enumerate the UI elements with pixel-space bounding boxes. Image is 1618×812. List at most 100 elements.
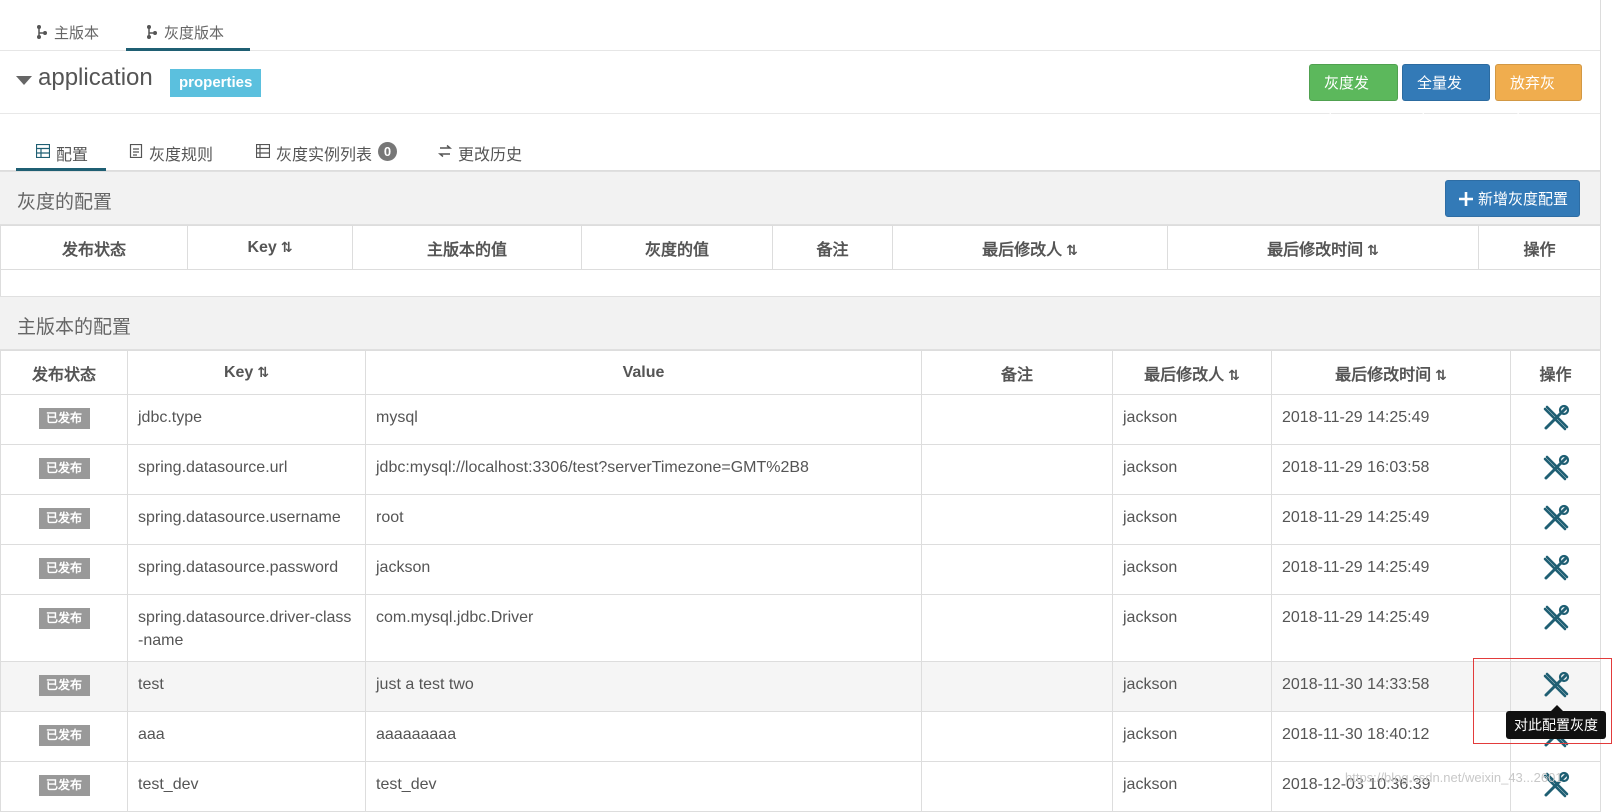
tooltip: 对此配置灰度: [1506, 711, 1606, 739]
published-badge: 已发布: [38, 508, 90, 529]
col-modifier[interactable]: 最后修改人 ⇅: [1112, 350, 1272, 395]
tab-history[interactable]: 更改历史: [438, 141, 522, 171]
row-modifier: jackson: [1112, 494, 1272, 545]
sort-icon[interactable]: ⇅: [1435, 367, 1447, 383]
table-row: 已发布 spring.datasource.url jdbc:mysql://l…: [0, 444, 1601, 495]
sub-tabs: 配置 灰度规则 灰度实例列表 0 更改历史: [0, 135, 1600, 171]
gray-config-tools-icon[interactable]: [1542, 554, 1570, 582]
col-key-label: Key: [223, 363, 254, 381]
tab-gray-instances[interactable]: 灰度实例列表 0: [256, 141, 398, 171]
published-badge: 已发布: [38, 675, 90, 696]
main-config-title: 主版本的配置: [17, 317, 132, 338]
col-modified-time[interactable]: 最后修改时间 ⇅: [1167, 225, 1479, 270]
gray-config-tools-icon[interactable]: [1542, 454, 1570, 482]
row-time: 2018-11-29 14:25:49: [1271, 394, 1511, 445]
col-status: 发布状态: [0, 350, 128, 395]
row-modifier: jackson: [1112, 544, 1272, 595]
gray-config-tools-icon[interactable]: [1542, 604, 1570, 632]
row-key: test_dev: [127, 761, 366, 812]
col-status: 发布状态: [0, 225, 188, 270]
add-gray-config-button[interactable]: 新增灰度配置: [1445, 180, 1580, 217]
published-badge: 已发布: [38, 458, 90, 479]
table-icon: [36, 144, 50, 158]
row-modifier: jackson: [1112, 761, 1272, 812]
gray-config-tools-icon[interactable]: [1542, 504, 1570, 532]
collapse-caret-icon[interactable]: [16, 76, 32, 85]
tab-gray-instances-label: 灰度实例列表: [276, 147, 373, 164]
col-comment: 备注: [921, 350, 1113, 395]
row-value: mysql: [365, 394, 922, 445]
tab-gray-rules-label: 灰度规则: [149, 147, 214, 164]
published-badge: 已发布: [38, 725, 90, 746]
gray-config-panel-header: 灰度的配置 新增灰度配置: [0, 171, 1600, 225]
table-row: 已发布 test just a test two jackson 2018-11…: [0, 661, 1601, 712]
row-key: spring.datasource.username: [127, 494, 366, 545]
tab-main-version[interactable]: 主版本: [36, 22, 103, 51]
tab-gray-version[interactable]: 灰度版本: [126, 22, 250, 51]
col-modifier-label: 最后修改人: [982, 241, 1063, 259]
row-comment: [921, 444, 1113, 495]
watermark: https://blog.csdn.net/weixin_43...2601: [1345, 770, 1563, 785]
row-comment: [921, 394, 1113, 445]
col-actions: 操作: [1510, 350, 1601, 395]
col-actions: 操作: [1478, 225, 1601, 270]
branch-icon: [147, 25, 157, 39]
main-config-table: 发布状态 Key ⇅ Value 备注 最后修改人 ⇅ 最后修改时间 ⇅ 操作 已发布…: [0, 350, 1601, 812]
col-modifier[interactable]: 最后修改人 ⇅: [892, 225, 1168, 270]
row-comment: [921, 761, 1113, 812]
version-tabs: 主版本 灰度版本: [0, 0, 1600, 51]
col-key[interactable]: Key ⇅: [127, 350, 366, 395]
row-modifier: jackson: [1112, 394, 1272, 445]
gray-config-title: 灰度的配置: [17, 192, 113, 213]
sort-icon[interactable]: ⇅: [1367, 242, 1379, 258]
col-key-label: Key: [247, 238, 277, 256]
sort-icon[interactable]: ⇅: [1066, 242, 1078, 258]
col-modified-time[interactable]: 最后修改时间 ⇅: [1271, 350, 1511, 395]
published-badge: 已发布: [38, 775, 90, 796]
instance-count-badge: 0: [378, 142, 398, 161]
sort-icon[interactable]: ⇅: [281, 239, 293, 255]
col-modified-time-label: 最后修改时间: [1335, 366, 1432, 384]
row-value: test_dev: [365, 761, 922, 812]
tab-gray-label: 灰度版本: [164, 25, 225, 42]
row-key: test: [127, 661, 366, 712]
row-time: 2018-11-29 14:25:49: [1271, 494, 1511, 545]
row-time: 2018-12-03 10:36:39: [1271, 761, 1511, 812]
row-key: aaa: [127, 711, 366, 762]
tab-main-label: 主版本: [54, 25, 100, 42]
row-value: com.mysql.jdbc.Driver: [365, 594, 922, 662]
row-comment: [921, 661, 1113, 712]
tab-history-label: 更改历史: [458, 147, 523, 164]
row-value: jdbc:mysql://localhost:3306/test?serverT…: [365, 444, 922, 495]
tab-gray-rules[interactable]: 灰度规则: [129, 141, 213, 171]
table-row: 已发布 spring.datasource.username root jack…: [0, 494, 1601, 545]
row-time: 2018-11-29 16:03:58: [1271, 444, 1511, 495]
table-row: 已发布 aaa aaaaaaaaa jackson 2018-11-30 18:…: [0, 711, 1601, 762]
full-publish-button[interactable]: 全量发布: [1402, 64, 1490, 129]
gray-publish-button[interactable]: 灰度发布: [1309, 64, 1398, 129]
abandon-gray-button[interactable]: 放弃灰度: [1495, 64, 1582, 129]
col-modifier-label: 最后修改人: [1144, 366, 1225, 384]
row-value: root: [365, 494, 922, 545]
sort-icon[interactable]: ⇅: [1228, 367, 1240, 383]
col-comment: 备注: [772, 225, 893, 270]
tab-config-label: 配置: [56, 147, 89, 164]
table-row: 已发布 spring.datasource.password jackson j…: [0, 544, 1601, 595]
published-badge: 已发布: [38, 608, 90, 629]
gray-config-tools-icon[interactable]: [1542, 404, 1570, 432]
row-time: 2018-11-29 14:25:49: [1271, 544, 1511, 595]
row-key: spring.datasource.driver-class-name: [127, 594, 366, 662]
published-badge: 已发布: [38, 558, 90, 579]
col-key[interactable]: Key ⇅: [187, 225, 353, 270]
row-key: spring.datasource.url: [127, 444, 366, 495]
table-row: 已发布 jdbc.type mysql jackson 2018-11-29 1…: [0, 394, 1601, 445]
col-modified-time-label: 最后修改时间: [1267, 241, 1364, 259]
row-key: jdbc.type: [127, 394, 366, 445]
sort-icon[interactable]: ⇅: [257, 364, 269, 380]
main-config-panel-header: 主版本的配置: [0, 296, 1600, 350]
col-main-value: 主版本的值: [352, 225, 582, 270]
col-value: Value: [365, 350, 922, 395]
document-icon: [129, 144, 143, 158]
row-modifier: jackson: [1112, 444, 1272, 495]
tab-config[interactable]: 配置: [16, 141, 106, 171]
